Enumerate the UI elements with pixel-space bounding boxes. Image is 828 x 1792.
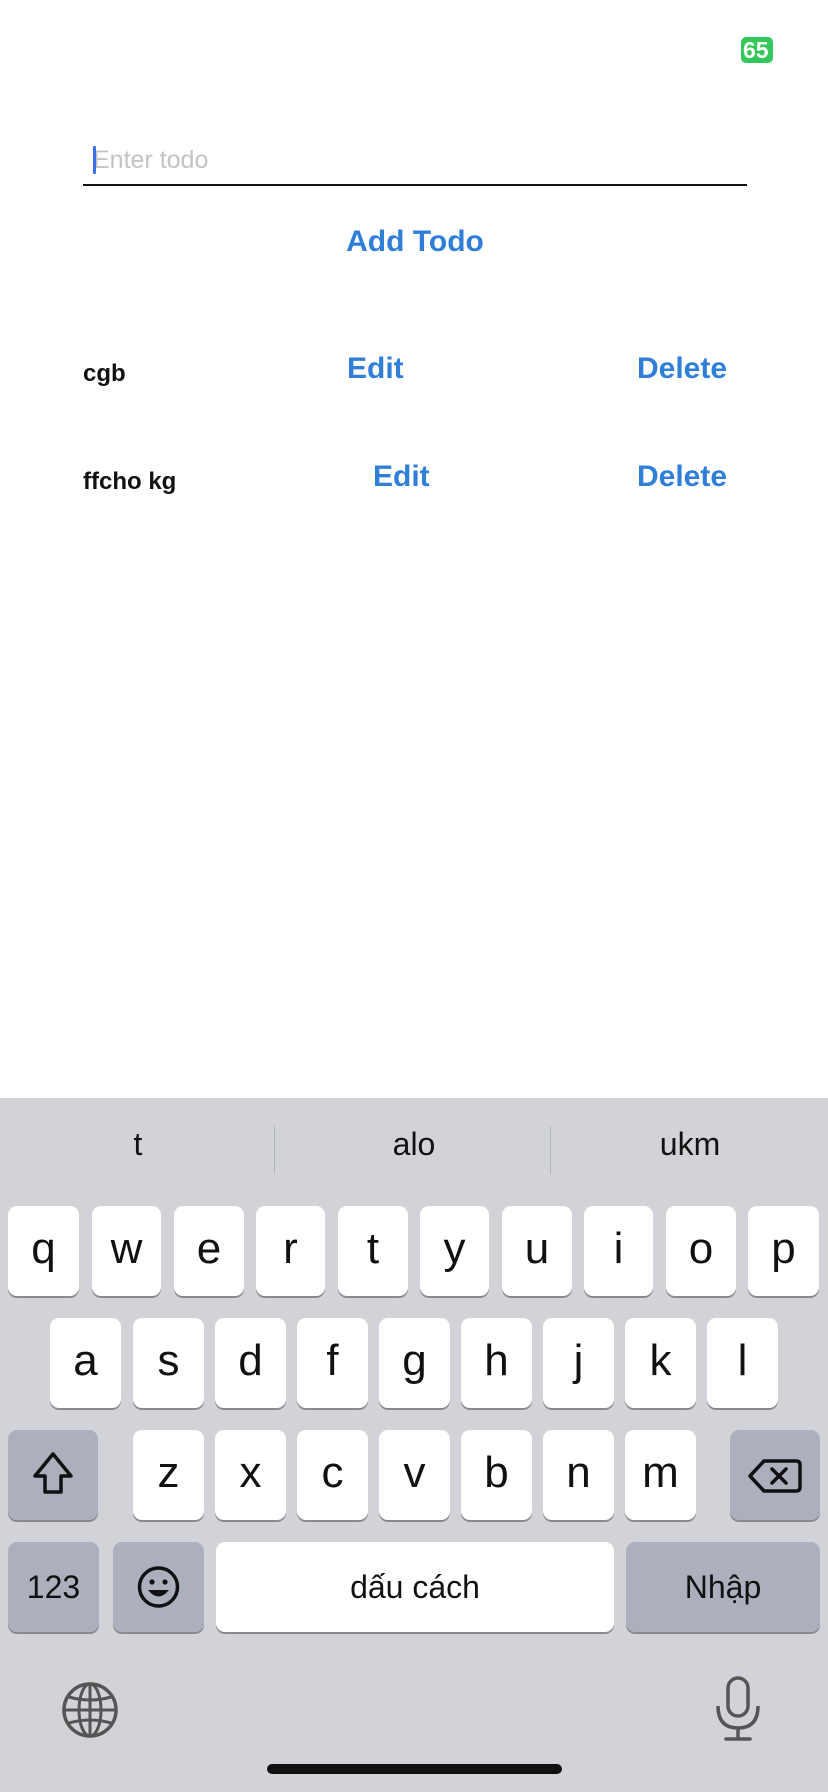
todo-row: ffcho kg Edit Delete <box>0 460 828 510</box>
space-key[interactable]: dấu cách <box>216 1542 614 1632</box>
key-s[interactable]: s <box>133 1318 204 1408</box>
shift-key[interactable] <box>8 1430 98 1520</box>
key-k[interactable]: k <box>625 1318 696 1408</box>
key-z[interactable]: z <box>133 1430 204 1520</box>
microphone-key[interactable] <box>710 1674 766 1744</box>
key-v[interactable]: v <box>379 1430 450 1520</box>
key-m[interactable]: m <box>625 1430 696 1520</box>
todo-row: cgb Edit Delete <box>0 352 828 402</box>
key-p[interactable]: p <box>748 1206 819 1296</box>
emoji-key[interactable] <box>113 1542 204 1632</box>
key-b[interactable]: b <box>461 1430 532 1520</box>
key-l[interactable]: l <box>707 1318 778 1408</box>
backspace-key[interactable] <box>730 1430 820 1520</box>
key-q[interactable]: q <box>8 1206 79 1296</box>
edit-button[interactable]: Edit <box>347 352 404 386</box>
delete-button[interactable]: Delete <box>637 352 727 386</box>
key-j[interactable]: j <box>543 1318 614 1408</box>
key-n[interactable]: n <box>543 1430 614 1520</box>
backspace-icon <box>748 1459 802 1493</box>
todo-text: cgb <box>83 360 126 387</box>
battery-level: 65 <box>743 37 769 63</box>
delete-button[interactable]: Delete <box>637 460 727 494</box>
key-x[interactable]: x <box>215 1430 286 1520</box>
suggestion-item[interactable]: t <box>38 1126 238 1163</box>
numbers-key[interactable]: 123 <box>8 1542 99 1632</box>
key-d[interactable]: d <box>215 1318 286 1408</box>
todo-input[interactable] <box>93 142 733 178</box>
key-t[interactable]: t <box>338 1206 408 1296</box>
edit-button[interactable]: Edit <box>373 460 430 494</box>
key-e[interactable]: e <box>174 1206 244 1296</box>
home-indicator[interactable] <box>267 1764 562 1774</box>
key-r[interactable]: r <box>256 1206 325 1296</box>
keyboard: t alo ukm q w e r t y u i o p a s d f g … <box>0 1098 828 1792</box>
suggestion-divider <box>550 1126 551 1174</box>
suggestion-bar: t alo ukm <box>0 1098 828 1204</box>
suggestion-item[interactable]: alo <box>314 1126 514 1163</box>
key-u[interactable]: u <box>502 1206 572 1296</box>
key-h[interactable]: h <box>461 1318 532 1408</box>
return-key[interactable]: Nhập <box>626 1542 820 1632</box>
todo-input-container <box>83 140 747 186</box>
key-c[interactable]: c <box>297 1430 368 1520</box>
key-y[interactable]: y <box>420 1206 489 1296</box>
key-g[interactable]: g <box>379 1318 450 1408</box>
suggestion-item[interactable]: ukm <box>590 1126 790 1163</box>
key-f[interactable]: f <box>297 1318 368 1408</box>
key-i[interactable]: i <box>584 1206 653 1296</box>
text-cursor <box>93 146 96 174</box>
key-o[interactable]: o <box>666 1206 736 1296</box>
key-w[interactable]: w <box>92 1206 161 1296</box>
globe-icon <box>62 1682 118 1738</box>
key-a[interactable]: a <box>50 1318 121 1408</box>
globe-key[interactable] <box>58 1678 122 1742</box>
microphone-icon <box>716 1676 760 1741</box>
todo-text: ffcho kg <box>83 468 177 495</box>
suggestion-divider <box>274 1126 275 1174</box>
shift-icon <box>33 1452 73 1494</box>
add-todo-button[interactable]: Add Todo <box>290 220 540 264</box>
emoji-icon <box>137 1566 180 1608</box>
battery-indicator: 65 <box>741 37 773 63</box>
